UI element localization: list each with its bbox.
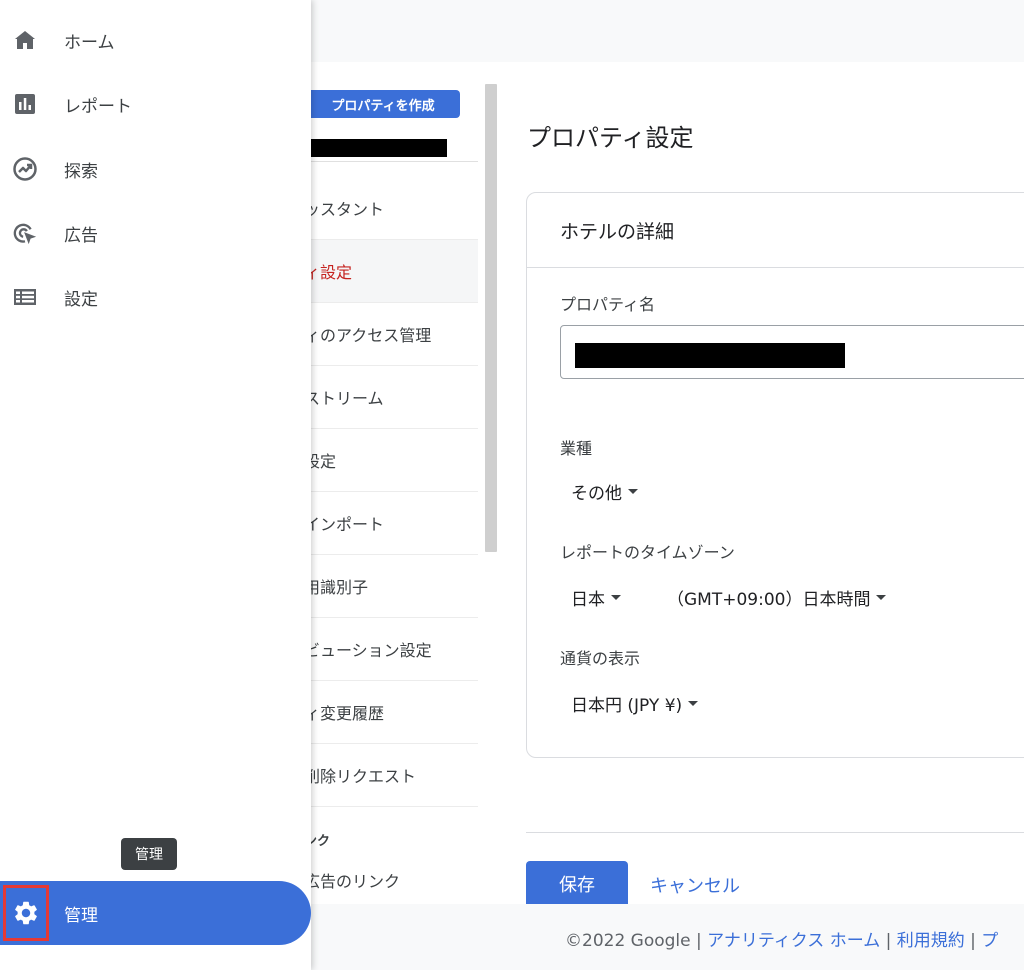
admin-menu-item[interactable]: 用識別子 — [300, 555, 478, 618]
timezone-country-select[interactable]: 日本 — [571, 585, 621, 610]
main-content: プロパティ設定 ホテルの詳細 プロパティ名 業種 その他 レポートのタイムゾーン… — [498, 62, 1024, 904]
divider — [527, 267, 1024, 268]
nav-item-advertising[interactable]: 広告 — [0, 208, 311, 258]
nav-item-explore[interactable]: 探索 — [0, 144, 311, 194]
admin-menu-item[interactable]: ビューション設定 — [300, 618, 478, 681]
divider — [526, 832, 1024, 833]
admin-menu-item[interactable]: ィ変更履歴 — [300, 681, 478, 744]
divider — [300, 161, 478, 162]
admin-menu-item[interactable]: インポート — [300, 492, 478, 555]
nav-item-home[interactable]: ホーム — [0, 15, 311, 65]
ads-icon — [12, 220, 38, 246]
explore-icon — [12, 156, 38, 182]
property-details-card: ホテルの詳細 プロパティ名 業種 その他 レポートのタイムゾーン 日本 （GMT… — [526, 192, 1024, 758]
admin-menu-item[interactable]: ィのアクセス管理 — [300, 303, 478, 366]
separator: | — [690, 931, 708, 951]
admin-property-column: プロパティを作成 ッスタント ィ設定 ィのアクセス管理 ストリーム 設定 インポ… — [300, 62, 478, 904]
currency-label: 通貨の表示 — [560, 649, 641, 668]
nav-drawer: ホーム レポート 探索 広告 設定 管理 管理 — [0, 0, 311, 970]
caret-down-icon — [688, 701, 699, 706]
currency-select[interactable]: 日本円 (JPY ¥) — [571, 691, 699, 716]
admin-menu-item[interactable]: ストリーム — [300, 366, 478, 429]
save-button[interactable]: 保存 — [526, 861, 628, 904]
card-title: ホテルの詳細 — [560, 221, 675, 243]
nav-item-admin[interactable]: 管理 — [0, 881, 311, 945]
footer-text: ©2022 Google | アナリティクス ホーム | 利用規約 | プ — [565, 926, 998, 951]
admin-menu-item[interactable]: 設定 — [300, 429, 478, 492]
currency-value: 日本円 (JPY ¥) — [571, 696, 683, 716]
timezone-country-value: 日本 — [571, 590, 605, 610]
caret-down-icon — [628, 489, 638, 494]
configure-icon — [12, 284, 38, 310]
cancel-button[interactable]: キャンセル — [650, 872, 740, 898]
page-title: プロパティ設定 — [527, 124, 694, 152]
footer-link-privacy[interactable]: プ — [981, 931, 998, 951]
nav-item-reports[interactable]: レポート — [0, 79, 311, 129]
nav-item-label: 管理 — [64, 906, 98, 926]
industry-select[interactable]: その他 — [571, 479, 638, 504]
property-name-input[interactable] — [560, 325, 1024, 379]
separator: | — [880, 931, 897, 951]
create-property-button[interactable]: プロパティを作成 — [306, 90, 460, 118]
footer-link-analytics-home[interactable]: アナリティクス ホーム — [707, 931, 880, 951]
property-name-label: プロパティ名 — [560, 295, 656, 314]
admin-menu-item[interactable]: 広告のリンク — [300, 868, 400, 892]
admin-menu-item[interactable]: 削除リクエスト — [300, 744, 478, 807]
timezone-select[interactable]: （GMT+09:00）日本時間 — [667, 585, 887, 610]
nav-item-configure[interactable]: 設定 — [0, 272, 311, 322]
admin-menu-item[interactable]: ッスタント — [300, 177, 478, 240]
copyright: ©2022 Google — [565, 931, 691, 951]
caret-down-icon — [876, 595, 887, 600]
industry-label: 業種 — [560, 439, 593, 458]
bar-chart-icon — [12, 91, 38, 117]
nav-item-label: 広告 — [64, 225, 98, 246]
nav-item-label: 設定 — [64, 289, 98, 310]
redacted-value — [575, 343, 845, 368]
separator: | — [964, 931, 982, 951]
admin-icon-highlight — [3, 885, 49, 941]
footer-link-terms[interactable]: 利用規約 — [897, 931, 965, 951]
gear-icon — [12, 899, 40, 927]
home-icon — [12, 27, 38, 53]
timezone-label: レポートのタイムゾーン — [560, 543, 735, 562]
redacted-property-name — [300, 139, 447, 157]
industry-value: その他 — [571, 484, 622, 504]
timezone-value: （GMT+09:00）日本時間 — [667, 590, 871, 610]
nav-item-label: 探索 — [64, 161, 98, 182]
nav-item-label: レポート — [64, 96, 132, 117]
nav-item-label: ホーム — [64, 32, 115, 53]
admin-menu-item-active[interactable]: ィ設定 — [300, 240, 478, 303]
scrollbar[interactable] — [485, 84, 497, 552]
caret-down-icon — [611, 595, 621, 600]
admin-tooltip: 管理 — [121, 838, 177, 870]
